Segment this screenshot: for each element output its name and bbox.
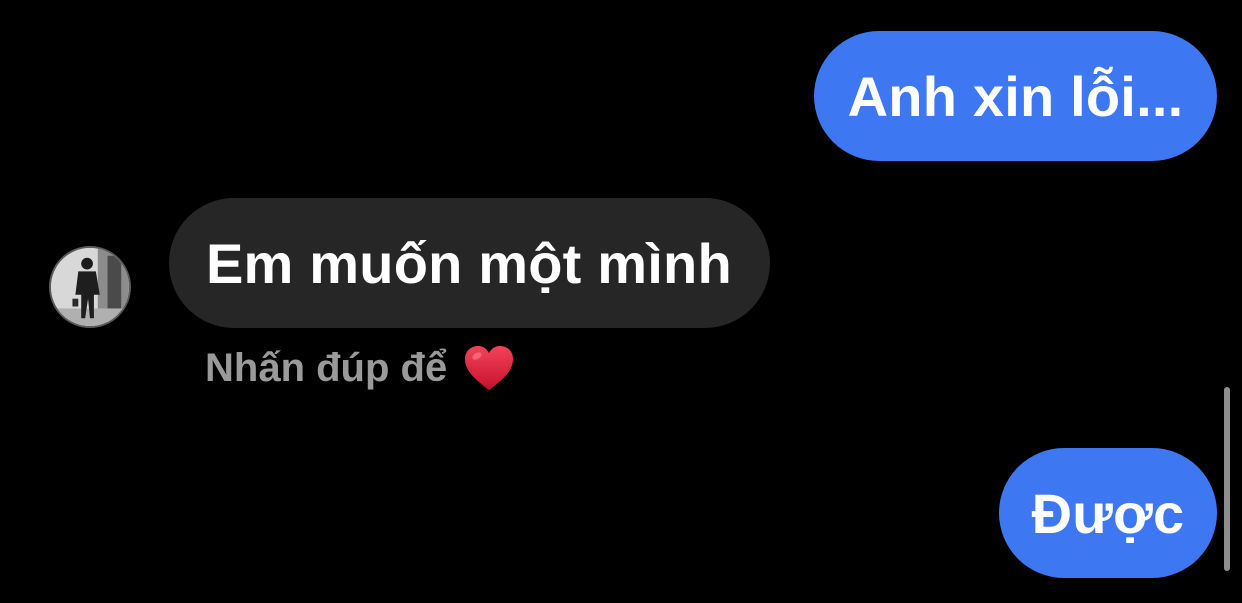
sent-message-bubble[interactable]: Được (999, 448, 1217, 578)
message-thread: Anh xin lỗi... Em muốn một mình Nhấn đúp… (0, 0, 1242, 603)
message-text: Em muốn một mình (206, 231, 732, 295)
sent-message-bubble[interactable]: Anh xin lỗi... (814, 31, 1217, 161)
profile-photo-icon (51, 248, 129, 326)
scrollbar[interactable] (1224, 387, 1230, 571)
double-tap-hint: Nhấn đúp để (205, 340, 515, 396)
hint-text: Nhấn đúp để (205, 345, 448, 390)
received-message-bubble[interactable]: Em muốn một mình (169, 198, 770, 328)
heart-icon (463, 344, 515, 392)
message-text: Anh xin lỗi... (847, 64, 1184, 128)
avatar[interactable] (49, 246, 131, 328)
message-text: Được (1031, 481, 1185, 545)
